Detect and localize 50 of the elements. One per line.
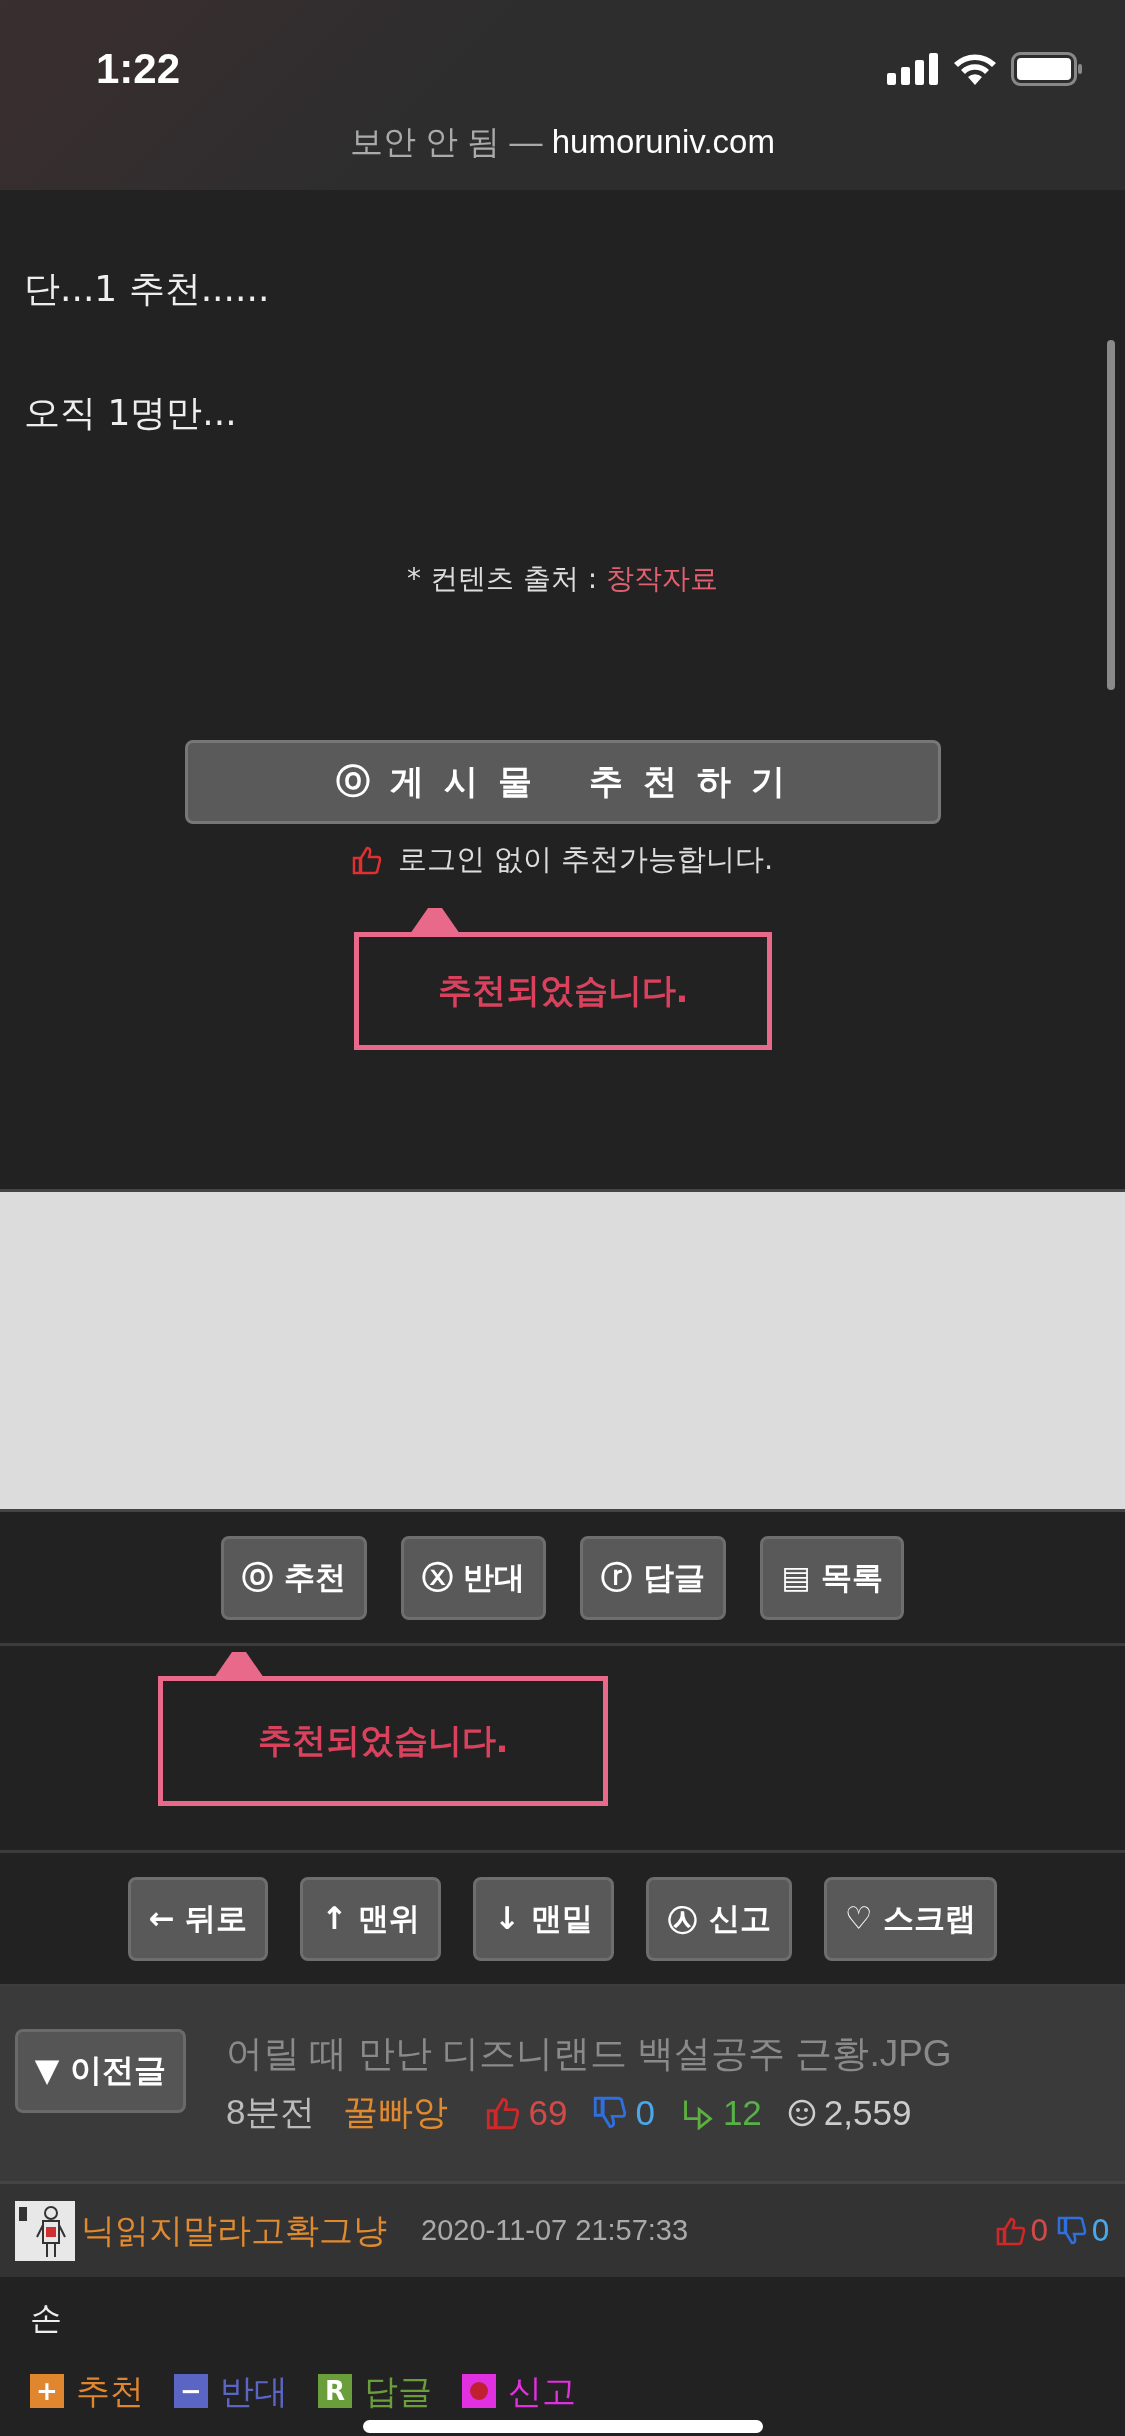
post-time: 8분전 <box>226 2091 316 2133</box>
comment-action[interactable]: − 반대 <box>174 2373 288 2409</box>
thumbs-up-icon <box>486 2095 521 2130</box>
comment-author[interactable]: 닉읽지말라고확그냥 <box>81 2207 387 2254</box>
thumbs-down-icon <box>1056 2215 1087 2246</box>
nav-button[interactable]: ㉦ 신고 <box>645 1876 792 1961</box>
popup-pointer <box>410 908 460 934</box>
thumbs-down-icon <box>593 2095 628 2130</box>
signal-icon <box>887 53 939 85</box>
toolbar-button[interactable]: ⓡ 답글 <box>580 1535 727 1620</box>
like-count: 0 <box>1029 2213 1049 2248</box>
status-time: 1:22 <box>96 45 181 93</box>
smiley-icon <box>787 2098 816 2127</box>
address-bar[interactable]: 보안 안 됨 — humoruniv.com <box>0 120 1125 165</box>
recommend-button[interactable]: ⓞ 게 시 물 추 천 하 기 <box>184 740 941 824</box>
dislike-count: 0 <box>1090 2213 1110 2248</box>
nav-button[interactable]: ♡ 스크랩 <box>823 1876 998 1961</box>
comment-text: 손 <box>30 2298 63 2339</box>
thumbs-up-icon <box>995 2215 1026 2246</box>
avatar-icon <box>15 2200 75 2261</box>
dislike-count: 0 <box>635 2092 655 2133</box>
reply-icon: R <box>318 2374 352 2408</box>
comment-action[interactable]: R 답글 <box>318 2373 432 2409</box>
post-author: 꿀빠앙 <box>343 2091 449 2133</box>
previous-post-button[interactable]: ▼ 이전글 <box>15 2029 186 2113</box>
comment-date: 2020-11-07 21:57:33 <box>421 2214 689 2247</box>
like-count: 69 <box>528 2092 568 2133</box>
battery-icon <box>1011 52 1083 86</box>
source-link[interactable]: 창작자료 <box>606 562 718 595</box>
plus-icon: + <box>30 2374 64 2408</box>
nav-button[interactable]: ← 뒤로 <box>127 1876 269 1961</box>
wifi-icon <box>953 53 997 85</box>
recommend-note: 로그인 없이 추천가능합니다. <box>397 841 774 878</box>
comment-action[interactable]: 신고 <box>462 2373 576 2409</box>
popup-pointer <box>214 1652 264 1678</box>
post-text: 오직 1명만... <box>24 391 238 435</box>
recommended-popup: 추천되었습니다. <box>158 1676 608 1806</box>
toolbar-button[interactable]: ⓧ 반대 <box>400 1535 547 1620</box>
source-label: * 컨텐츠 출처 : <box>406 562 598 595</box>
minus-icon: − <box>174 2374 208 2408</box>
reply-count: 12 <box>722 2092 762 2133</box>
recommended-popup: 추천되었습니다. <box>354 932 772 1050</box>
comment-action[interactable]: + 추천 <box>30 2373 144 2409</box>
nav-button[interactable]: ↓ 맨밑 <box>473 1876 614 1961</box>
toolbar-button[interactable]: ▤ 목록 <box>760 1535 905 1620</box>
nav-button[interactable]: ↑ 맨위 <box>300 1876 442 1961</box>
thumbs-up-icon <box>351 845 382 875</box>
toolbar-button[interactable]: ⓞ 추천 <box>220 1535 367 1620</box>
post-text: 단...1 추천...... <box>24 267 271 311</box>
view-count: 2,559 <box>823 2092 912 2133</box>
